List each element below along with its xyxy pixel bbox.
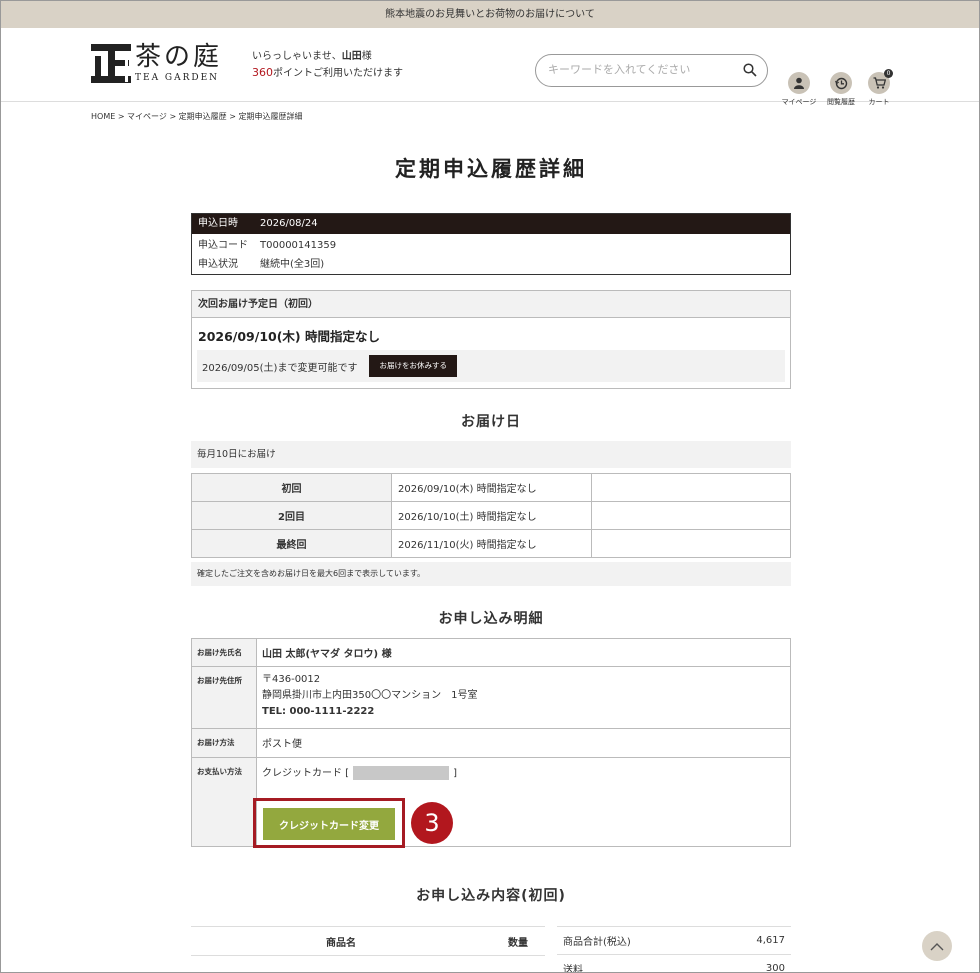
delivery-round-value: 2026/10/10(土) 時間指定なし xyxy=(391,501,592,530)
application-date-row: 申込日時 2026/08/24 xyxy=(192,214,790,234)
masked-card-number xyxy=(353,766,450,780)
address-label: お届け先住所 xyxy=(191,666,257,729)
back-to-top-button[interactable] xyxy=(922,931,952,961)
subtotal-label: 商品合計(税込) xyxy=(563,937,631,948)
price-summary: 商品合計(税込) 4,617 送料 300 xyxy=(557,926,791,973)
recipient-label: お届け先氏名 xyxy=(191,638,257,667)
delivery-round-action xyxy=(591,473,791,502)
search-input[interactable] xyxy=(548,63,738,76)
application-status-row: 申込状況 継続中(全3回) xyxy=(192,255,790,274)
application-code-row: 申込コード T00000141359 xyxy=(192,236,790,255)
notice-link[interactable]: 熊本地震のお見舞いとお荷物のお届けについて xyxy=(385,9,595,20)
application-code-label: 申込コード xyxy=(198,240,248,251)
product-list-header: 商品名 数量 xyxy=(191,926,545,956)
logo-japanese: 茶の庭 xyxy=(135,42,223,72)
delivery-round-action xyxy=(591,501,791,530)
table-row: 2回目 2026/10/10(土) 時間指定なし xyxy=(191,501,791,530)
page-frame: 熊本地震のお見舞いとお荷物のお届けについて 茶の庭 TEA GARDEN いらっ… xyxy=(0,0,980,973)
method-value: ポスト便 xyxy=(256,728,791,758)
subtotal-value: 4,617 xyxy=(756,935,785,946)
payment-suffix: ] xyxy=(453,768,457,779)
search-box xyxy=(535,54,768,87)
delivery-round-action xyxy=(591,529,791,558)
history-icon xyxy=(830,72,852,94)
user-icon xyxy=(788,72,810,94)
application-summary: 申込日時 2026/08/24 申込コード T00000141359 申込状況 継続中… xyxy=(191,213,791,275)
site-header: 茶の庭 TEA GARDEN いらっしゃいませ、山田様 360ポイントご利用いた… xyxy=(1,28,979,106)
table-row: お届け先氏名 山田 太郎(ヤマダ タロウ) 様 xyxy=(191,638,791,667)
table-row: お届け方法 ポスト便 xyxy=(191,728,791,758)
delivery-schedule: 毎月10日にお届け xyxy=(191,441,791,468)
delivery-round-value: 2026/11/10(火) 時間指定なし xyxy=(391,529,592,558)
detail-section-title: お申し込み明細 xyxy=(438,611,544,627)
points-suffix: ポイントご利用いただけます xyxy=(273,68,403,79)
notice-bar[interactable]: 熊本地震のお見舞いとお荷物のお届けについて xyxy=(1,1,979,28)
next-delivery-date: 2026/09/10(木) 時間指定なし xyxy=(198,329,380,344)
payment-label: お支払い方法 xyxy=(191,757,257,847)
application-code-value: T00000141359 xyxy=(260,240,337,251)
logo-mark-icon xyxy=(91,42,131,84)
history-label: 閲覧履歴 xyxy=(827,98,855,106)
table-row: 送料 300 xyxy=(557,954,791,973)
table-row: お届け先住所 〒436-0012 静岡県掛川市上内田350〇〇マンション 1号室… xyxy=(191,666,791,729)
greeting: いらっしゃいませ、山田様 360ポイントご利用いただけます xyxy=(252,49,403,82)
delivery-note: 確定したご注文を含めお届け日を最大6回まで表示しています。 xyxy=(191,562,791,586)
highlight-frame: クレジットカード変更 xyxy=(253,798,405,848)
col-qty: 数量 xyxy=(508,937,528,949)
search-icon[interactable] xyxy=(743,63,757,80)
next-delivery-box: 次回お届け予定日（初回） 2026/09/10(木) 時間指定なし 2026/0… xyxy=(191,290,791,389)
delivery-round-label: 最終回 xyxy=(191,529,392,558)
postal-code: 〒436-0012 xyxy=(262,674,321,685)
method-label: お届け方法 xyxy=(191,728,257,758)
cart-icon: 0 xyxy=(868,69,893,94)
col-product: 商品名 xyxy=(326,937,356,949)
chevron-up-icon xyxy=(930,942,944,950)
application-status-value: 継続中(全3回) xyxy=(260,259,325,270)
delivery-round-label: 初回 xyxy=(191,473,392,502)
tel-value: TEL: 000-1111-2222 xyxy=(262,706,375,717)
change-deadline: 2026/09/05(土)まで変更可能です お届けをお休みする xyxy=(197,350,785,382)
greeting-suffix: 様 xyxy=(361,51,372,62)
cart-label: カート xyxy=(868,98,890,106)
site-logo[interactable]: 茶の庭 TEA GARDEN xyxy=(91,42,222,84)
payment-prefix: クレジットカード [ xyxy=(262,768,350,779)
breadcrumb[interactable]: HOME > マイページ > 定期申込履歴 > 定期申込履歴詳細 xyxy=(91,111,302,122)
table-row: 商品名 数量 xyxy=(191,926,545,956)
delivery-round-value: 2026/09/10(木) 時間指定なし xyxy=(391,473,592,502)
table-row: 初回 2026/09/10(木) 時間指定なし xyxy=(191,473,791,502)
greeting-prefix: いらっしゃいませ、 xyxy=(252,51,342,62)
next-delivery-header: 次回お届け予定日（初回） xyxy=(192,291,790,318)
step-number-badge: 3 xyxy=(411,802,453,844)
points-value: 360 xyxy=(252,66,273,79)
skip-delivery-button[interactable]: お届けをお休みする xyxy=(369,355,457,377)
mypage-link[interactable]: マイページ xyxy=(781,72,817,107)
history-link[interactable]: 閲覧履歴 xyxy=(825,72,857,107)
recipient-value: 山田 太郎(ヤマダ タロウ) 様 xyxy=(256,638,791,667)
mypage-label: マイページ xyxy=(781,98,817,106)
change-deadline-note: 2026/09/05(土)まで変更可能です xyxy=(202,362,358,374)
delivery-table: 初回 2026/09/10(木) 時間指定なし 2回目 2026/10/10(土) … xyxy=(191,473,791,558)
page-title: 定期申込履歴詳細 xyxy=(395,156,587,181)
application-date-value: 2026/08/24 xyxy=(260,218,318,229)
application-date-label: 申込日時 xyxy=(198,218,238,229)
delivery-section-title: お届け日 xyxy=(461,414,521,430)
change-credit-card-button[interactable]: クレジットカード変更 xyxy=(263,808,395,840)
address-value: 静岡県掛川市上内田350〇〇マンション 1号室 xyxy=(262,690,478,701)
shipping-label: 送料 xyxy=(563,965,583,973)
main-content: 申込日時 2026/08/24 申込コード T00000141359 申込状況 継続中… xyxy=(191,213,791,972)
logo-english: TEA GARDEN xyxy=(135,73,220,83)
shipping-value: 300 xyxy=(765,963,785,973)
cart-link[interactable]: 0 カート xyxy=(865,69,893,107)
delivery-round-label: 2回目 xyxy=(191,501,392,530)
table-row: 商品合計(税込) 4,617 xyxy=(557,926,791,954)
cart-count-badge: 0 xyxy=(884,69,893,78)
user-name: 山田 xyxy=(341,51,362,62)
contents-section-title: お申し込み内容(初回) xyxy=(416,888,566,904)
application-status-label: 申込状況 xyxy=(198,259,238,270)
table-row: 最終回 2026/11/10(火) 時間指定なし xyxy=(191,529,791,558)
